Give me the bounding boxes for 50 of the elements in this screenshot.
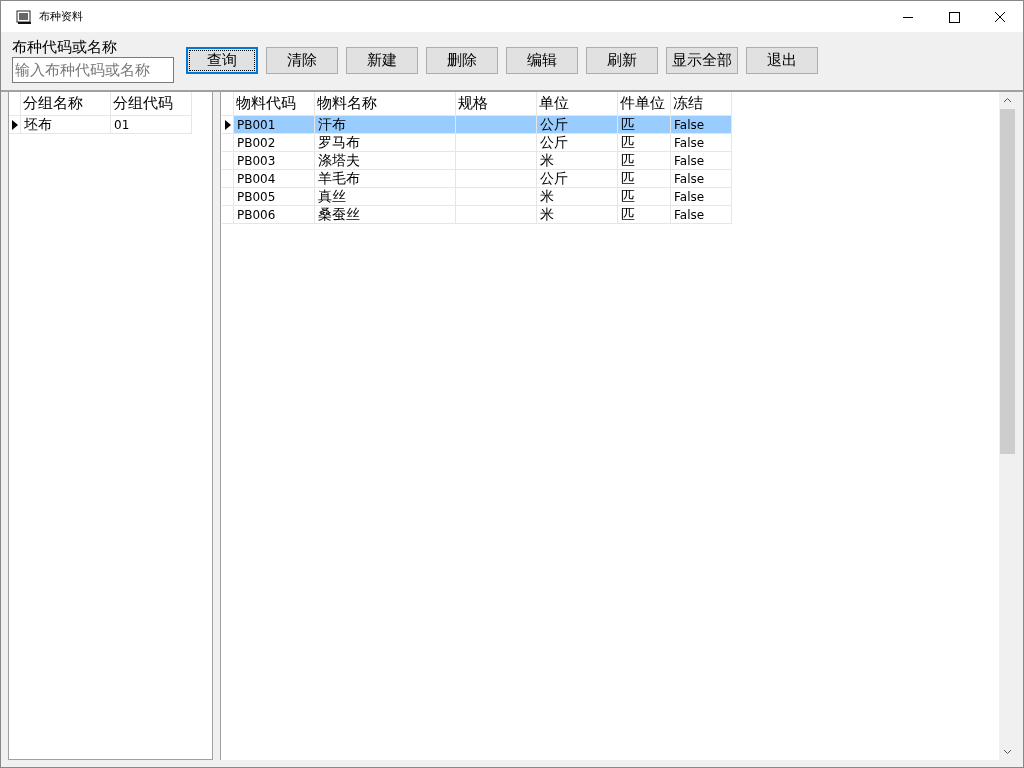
table-cell: 匹: [618, 152, 671, 170]
table-cell: PB004: [234, 170, 315, 188]
scroll-thumb[interactable]: [1000, 109, 1015, 454]
current-row-icon: [224, 119, 231, 130]
table-cell: 公斤: [537, 134, 618, 152]
table-cell: False: [671, 116, 732, 134]
table-cell: 真丝: [315, 188, 456, 206]
table-cell: False: [671, 134, 732, 152]
toolbar-button[interactable]: 删除: [426, 47, 498, 74]
table-cell: False: [671, 152, 732, 170]
toolbar-button[interactable]: 退出: [746, 47, 818, 74]
table-cell: 匹: [618, 170, 671, 188]
table-cell: 匹: [618, 206, 671, 224]
window-title: 布种资料: [39, 9, 83, 24]
table-cell: False: [671, 188, 732, 206]
toolbar-button[interactable]: 清除: [266, 47, 338, 74]
table-cell: PB006: [234, 206, 315, 224]
table-cell: False: [671, 206, 732, 224]
vertical-scrollbar[interactable]: [999, 92, 1016, 760]
search-label: 布种代码或名称: [12, 37, 118, 57]
table-cell: PB005: [234, 188, 315, 206]
table-cell: 米: [537, 188, 618, 206]
table-cell: 涤塔夫: [315, 152, 456, 170]
table-cell: 羊毛布: [315, 170, 456, 188]
table-cell: 汗布: [315, 116, 456, 134]
table-cell: 公斤: [537, 116, 618, 134]
toolbar-button[interactable]: 编辑: [506, 47, 578, 74]
table-cell: 桑蚕丝: [315, 206, 456, 224]
toolbar-button[interactable]: 显示全部: [666, 47, 738, 74]
toolbar-button[interactable]: 刷新: [586, 47, 658, 74]
column-header[interactable]: 分组代码: [111, 92, 192, 116]
table-cell: 米: [537, 206, 618, 224]
table-cell: 米: [537, 152, 618, 170]
table-cell: 01: [111, 116, 192, 134]
app-icon: [16, 8, 32, 25]
table-cell: PB003: [234, 152, 315, 170]
table-cell: 匹: [618, 116, 671, 134]
table-cell: 坯布: [21, 116, 111, 134]
toolbar-button[interactable]: 新建: [346, 47, 418, 74]
table-cell: 罗马布: [315, 134, 456, 152]
table-cell: 公斤: [537, 170, 618, 188]
current-row-icon: [11, 119, 18, 130]
table-cell: False: [671, 170, 732, 188]
table-cell: PB001: [234, 116, 315, 134]
search-field[interactable]: 输入布种代码或名称: [12, 57, 174, 83]
table-cell: 匹: [618, 134, 671, 152]
toolbar-button[interactable]: 查询: [186, 47, 258, 74]
table-cell: 匹: [618, 188, 671, 206]
column-header[interactable]: 分组名称: [21, 92, 111, 116]
table-cell: PB002: [234, 134, 315, 152]
